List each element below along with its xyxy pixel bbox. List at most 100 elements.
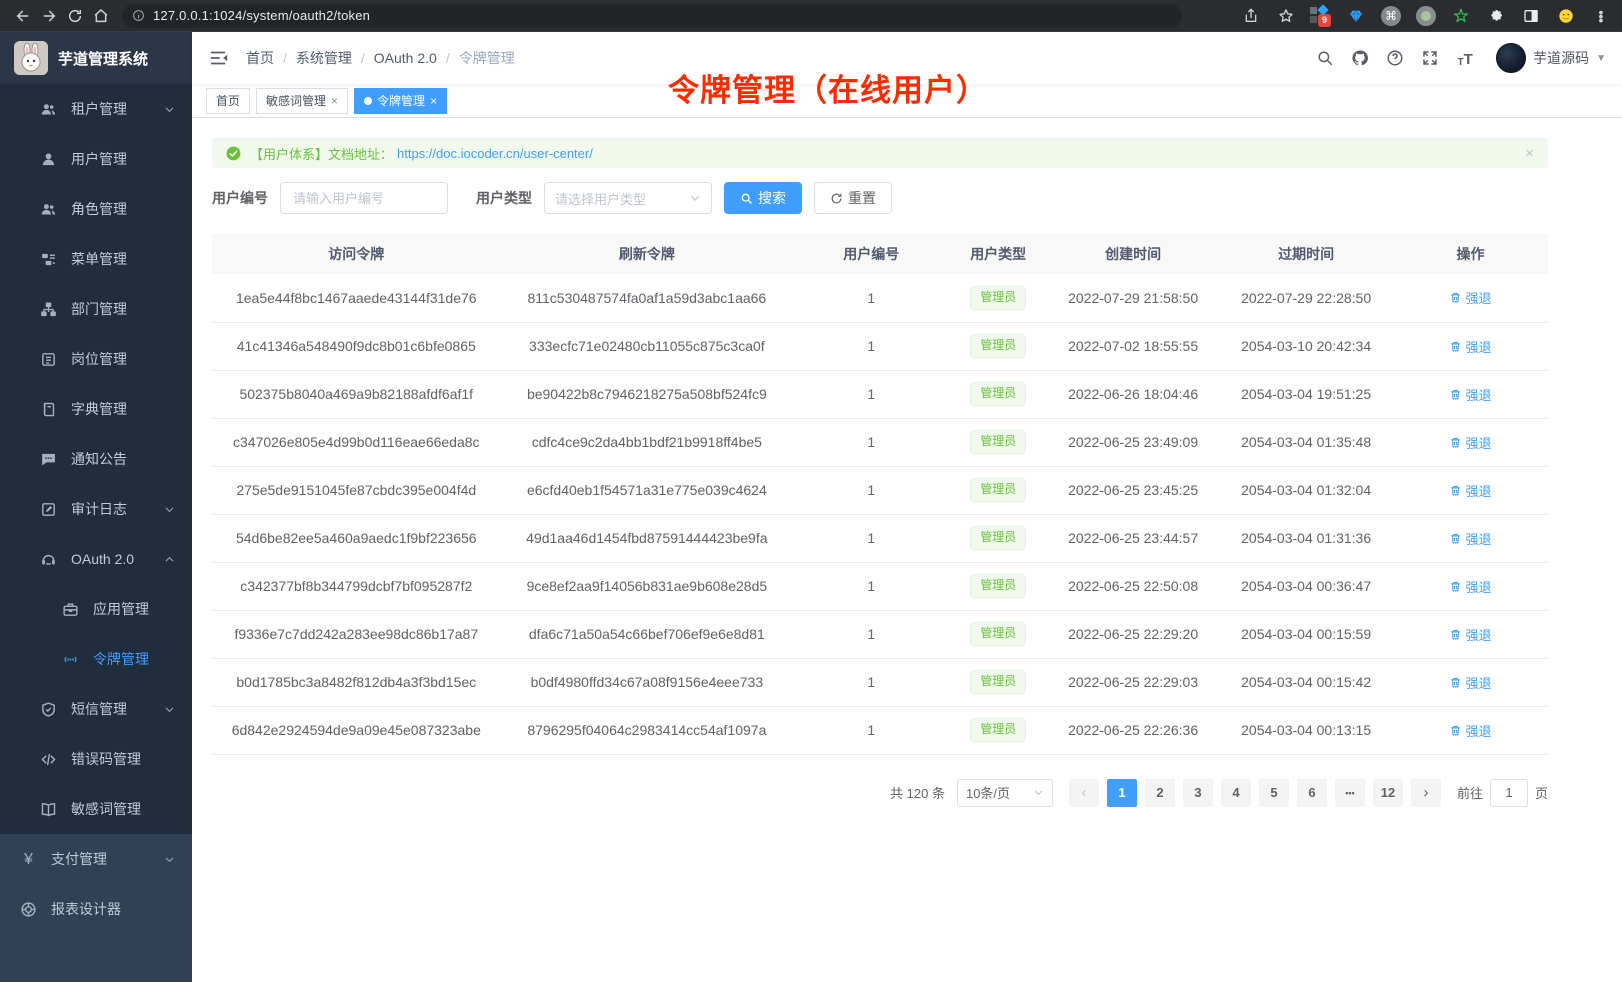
close-icon[interactable]: × [430,94,437,108]
fullscreen-icon[interactable] [1420,48,1440,68]
app-logo-row[interactable]: 芋道管理系统 [0,32,192,84]
page-button-2[interactable]: 2 [1145,779,1175,807]
user-id-input[interactable] [280,182,448,214]
sidebar-item-label: 租户管理 [71,99,127,119]
force-logout-button[interactable]: 强退 [1449,577,1491,596]
command-extension-icon[interactable]: ⌘ [1380,5,1402,27]
sidebar-item-post[interactable]: 岗位管理 [0,334,192,384]
reset-button[interactable]: 重置 [814,182,892,214]
puzzle-extensions-icon[interactable] [1485,5,1507,27]
user-type-badge: 管理员 [970,334,1026,358]
force-logout-button[interactable]: 强退 [1449,673,1491,692]
prev-page-button[interactable]: ‹ [1069,779,1099,807]
breadcrumb-separator: / [361,50,365,66]
force-logout-button[interactable]: 强退 [1449,721,1491,740]
page-size-select[interactable]: 10条/页 [957,779,1053,807]
home-icon[interactable] [88,3,114,29]
cell-user-id: 1 [793,514,949,562]
breadcrumb-item[interactable]: 首页 [246,48,274,68]
page-button-4[interactable]: 4 [1221,779,1251,807]
cell-refresh-token: dfa6c71a50a54c66bef706ef9e6e8d81 [501,610,794,658]
browser-menu-icon[interactable]: ••• [1590,5,1612,27]
tab-home[interactable]: 首页 [206,88,250,114]
cell-expires-at: 2054-03-04 00:13:15 [1219,706,1393,754]
search-icon[interactable] [1315,48,1335,68]
sidebar-item-audit-log[interactable]: 审计日志 [0,484,192,534]
cell-access-token: 41c41346a548490f9dc8b01c6bfe0865 [212,322,501,370]
cell-refresh-token: be90422b8c7946218275a508bf524fc9 [501,370,794,418]
reload-icon[interactable] [62,3,88,29]
force-logout-button[interactable]: 强退 [1449,337,1491,356]
doc-link[interactable]: https://doc.iocoder.cn/user-center/ [397,146,593,161]
search-button[interactable]: 搜索 [724,182,802,214]
address-bar[interactable]: 127.0.0.1:1024/system/oauth2/token [122,4,1182,28]
sidebar-item-tenant[interactable]: 租户管理 [0,84,192,134]
breadcrumb-item[interactable]: OAuth 2.0 [374,50,437,66]
next-page-button[interactable]: › [1411,779,1441,807]
font-size-icon[interactable]: TT [1455,48,1475,68]
trash-icon [1449,388,1462,401]
force-logout-button[interactable]: 强退 [1449,288,1491,307]
tab-sensitive-word[interactable]: 敏感词管理× [256,88,348,114]
force-logout-button[interactable]: 强退 [1449,625,1491,644]
gem-extension-icon[interactable] [1345,5,1367,27]
share-icon[interactable] [1240,5,1262,27]
dot-extension-icon[interactable] [1415,5,1437,27]
breadcrumb-item[interactable]: 系统管理 [296,48,352,68]
cell-access-token: 275e5de9151045fe87cbdc395e004f4d [212,466,501,514]
cell-expires-at: 2022-07-29 22:28:50 [1219,274,1393,322]
sidebar-item-report[interactable]: 报表设计器 [0,884,192,934]
force-logout-button[interactable]: 强退 [1449,481,1491,500]
sidebar-item-oauth2[interactable]: OAuth 2.0 [0,534,192,584]
user-menu[interactable]: 芋道源码 ▼ [1496,43,1606,73]
alert-close-icon[interactable]: × [1525,145,1534,162]
sidebar-item-sensitive-word[interactable]: 敏感词管理 [0,784,192,834]
sidebar-item-error-code[interactable]: 错误码管理 [0,734,192,784]
sidebar-item-pay[interactable]: ¥支付管理 [0,834,192,884]
help-icon[interactable] [1385,48,1405,68]
app-title: 芋道管理系统 [58,48,148,69]
sidebar-item-oauth2-app[interactable]: 应用管理 [0,584,192,634]
sidebar-item-user[interactable]: 用户管理 [0,134,192,184]
sidebar-toggle-icon[interactable] [208,47,230,69]
sidebar-item-menu[interactable]: 菜单管理 [0,234,192,284]
site-info-icon[interactable] [132,9,145,22]
side-panel-icon[interactable] [1520,5,1542,27]
page-button-1[interactable]: 1 [1107,779,1137,807]
forward-icon[interactable] [36,3,62,29]
sidebar-item-notice[interactable]: 通知公告 [0,434,192,484]
sidebar-item-oauth2-token[interactable]: 令牌管理 [0,634,192,684]
star-extension-icon[interactable] [1450,5,1472,27]
extension-cluster-icon[interactable]: 9 [1310,5,1332,27]
close-icon[interactable]: × [331,94,338,108]
user-type-badge: 管理员 [970,574,1026,598]
table-row: f9336e7c7dd242a283ee98dc86b17a87dfa6c71a… [212,610,1548,658]
users-icon [40,201,57,218]
sidebar-item-dict[interactable]: 字典管理 [0,384,192,434]
cell-expires-at: 2054-03-04 00:15:59 [1219,610,1393,658]
token-table: 访问令牌刷新令牌用户编号用户类型创建时间过期时间操作 1ea5e44f8bc14… [212,234,1548,755]
user-type-select[interactable]: 请选择用户类型 [544,182,712,214]
github-icon[interactable] [1350,48,1370,68]
force-logout-button[interactable]: 强退 [1449,433,1491,452]
tab-token[interactable]: 令牌管理× [354,88,447,114]
user-type-badge: 管理员 [970,622,1026,646]
bookmark-star-icon[interactable] [1275,5,1297,27]
more-pages-button[interactable]: ••• [1335,779,1365,807]
profile-avatar-icon[interactable] [1555,5,1577,27]
page-button-3[interactable]: 3 [1183,779,1213,807]
user-avatar [1496,43,1526,73]
cell-created-at: 2022-06-25 22:50:08 [1047,562,1219,610]
force-logout-button[interactable]: 强退 [1449,529,1491,548]
page-button-12[interactable]: 12 [1373,779,1403,807]
jump-page-input[interactable] [1490,779,1528,807]
success-check-icon [226,146,241,161]
alert-text: 【用户体系】文档地址： [250,144,393,163]
sidebar-item-sms[interactable]: 短信管理 [0,684,192,734]
force-logout-button[interactable]: 强退 [1449,385,1491,404]
sidebar-item-dept[interactable]: 部门管理 [0,284,192,334]
page-button-5[interactable]: 5 [1259,779,1289,807]
page-button-6[interactable]: 6 [1297,779,1327,807]
back-icon[interactable] [10,3,36,29]
sidebar-item-role[interactable]: 角色管理 [0,184,192,234]
